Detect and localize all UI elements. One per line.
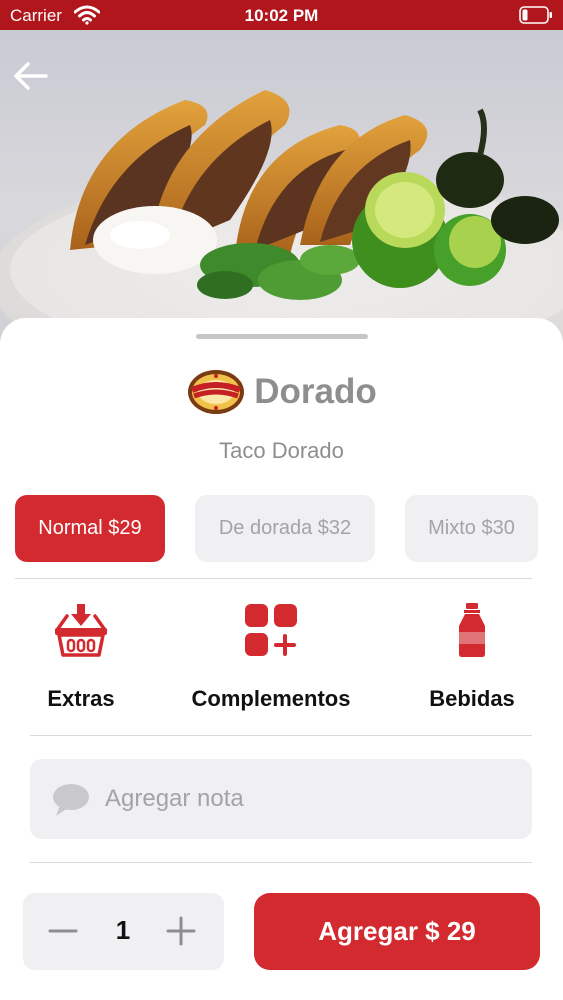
- product-sheet: Dorado Taco Dorado Normal $29 De dorada …: [0, 318, 563, 1000]
- plus-icon[interactable]: [165, 915, 197, 947]
- category-bebidas-label: Bebidas: [429, 686, 515, 711]
- note-placeholder: Agregar nota: [105, 785, 244, 812]
- los-dorados-logo: [188, 370, 245, 414]
- product-photo: [0, 30, 563, 360]
- category-complementos[interactable]: Complementos: [180, 602, 362, 712]
- variant-de-dorada-option[interactable]: De dorada $32: [195, 495, 375, 562]
- category-extras[interactable]: Extras: [20, 602, 142, 712]
- product-title: Dorado: [254, 372, 377, 411]
- status-bar: Carrier 10:02 PM: [0, 0, 563, 30]
- battery-icon: [519, 6, 552, 24]
- category-bebidas[interactable]: Bebidas: [412, 602, 532, 712]
- category-complementos-label: Complementos: [191, 686, 351, 711]
- divider: [30, 735, 532, 736]
- basket-icon: [55, 604, 107, 657]
- product-subtitle: Taco Dorado: [219, 438, 344, 463]
- variant-mixto-option[interactable]: Mixto $30: [405, 495, 538, 562]
- divider: [15, 578, 532, 579]
- speech-bubble-icon: [53, 784, 89, 816]
- bottle-icon: [459, 603, 485, 657]
- variant-normal-option[interactable]: Normal $29: [15, 495, 165, 562]
- category-extras-label: Extras: [47, 686, 115, 711]
- divider: [30, 862, 532, 863]
- add-to-cart-button[interactable]: Agregar $ 29: [254, 893, 540, 970]
- grid-plus-icon: [245, 604, 297, 656]
- sheet-handle[interactable]: [196, 334, 368, 339]
- clock-time: 10:02 PM: [244, 6, 319, 25]
- tacos-image: [0, 90, 563, 360]
- product-header: Dorado: [0, 364, 563, 420]
- note-input[interactable]: Agregar nota: [30, 759, 532, 839]
- minus-icon[interactable]: [47, 915, 79, 947]
- quantity-value: 1: [115, 915, 131, 945]
- back-arrow-icon[interactable]: [8, 58, 52, 94]
- quantity-stepper: 1: [23, 893, 224, 970]
